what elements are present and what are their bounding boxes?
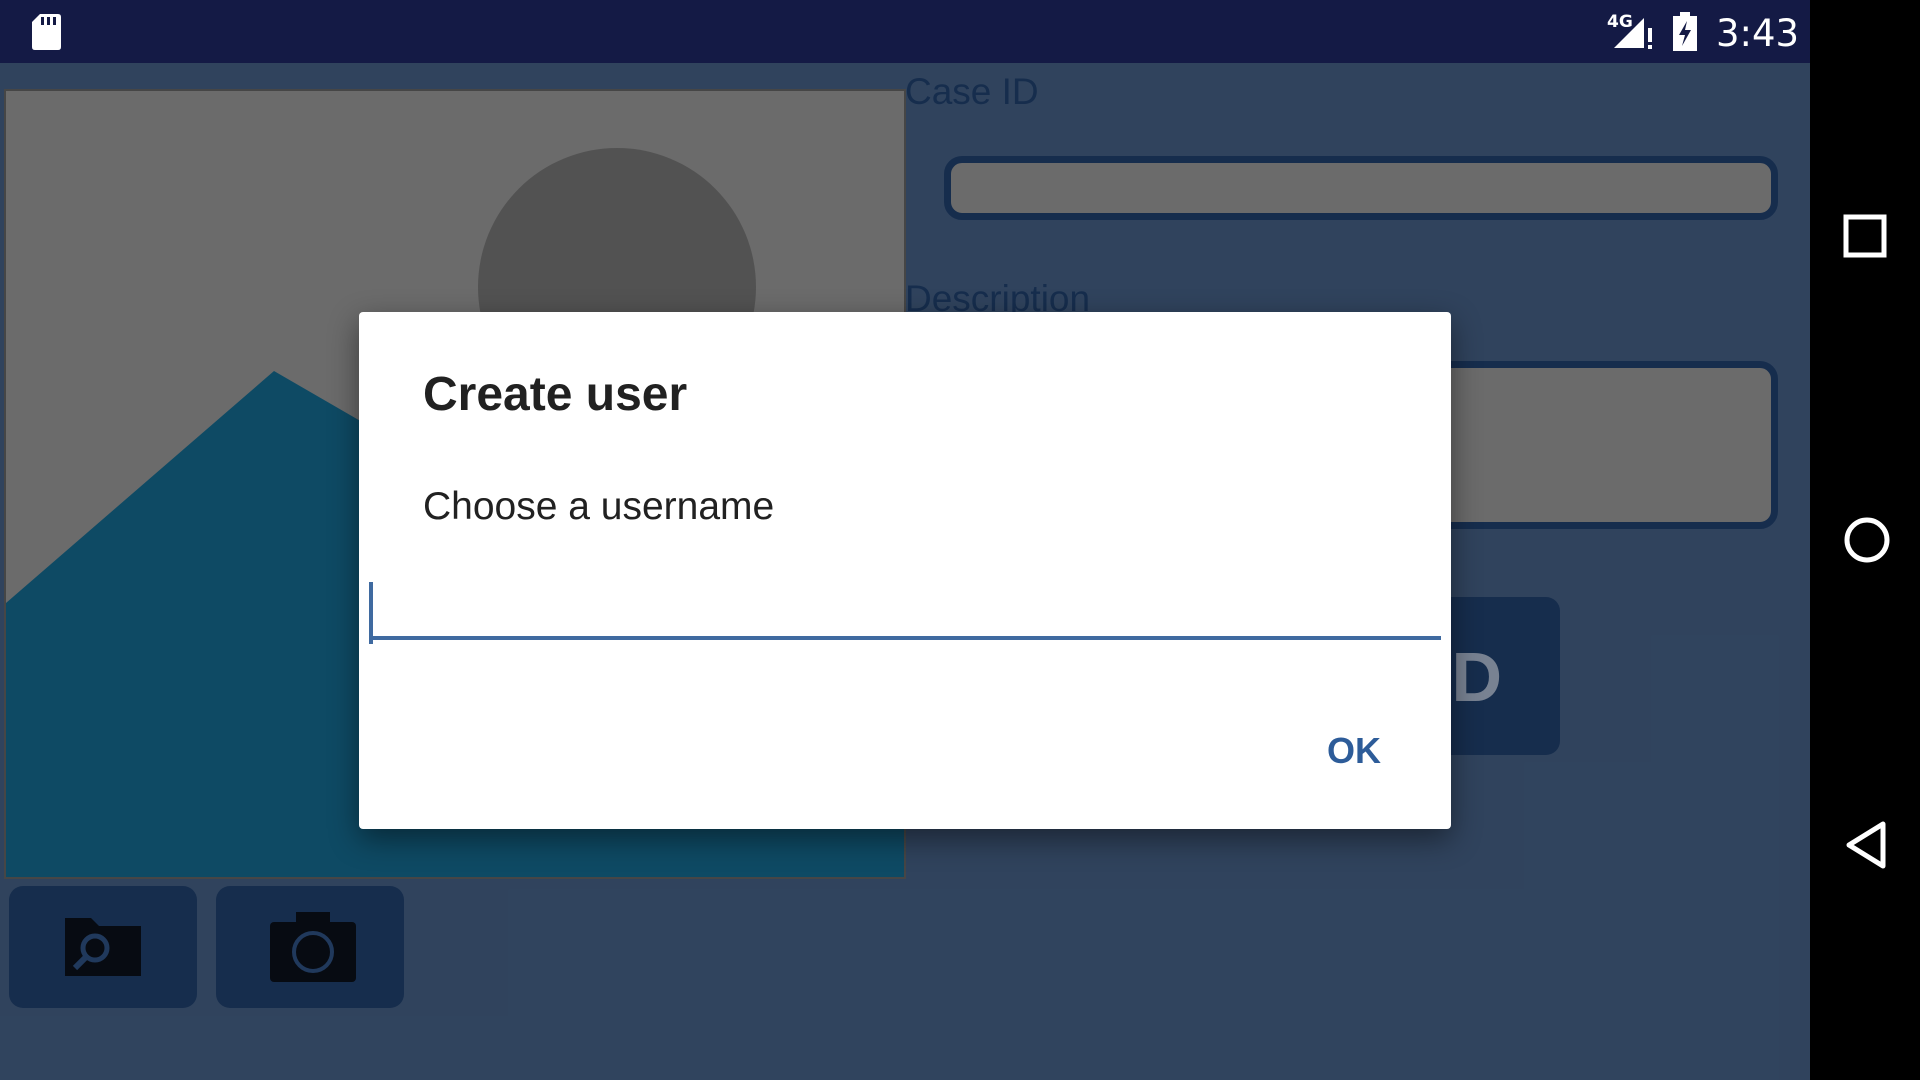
home-icon[interactable] <box>1843 516 1891 564</box>
dialog-message: Choose a username <box>423 485 775 528</box>
username-input[interactable] <box>369 580 1441 640</box>
ok-button[interactable]: OK <box>1327 730 1381 772</box>
dialog-title: Create user <box>423 368 688 421</box>
navigation-bar <box>1810 0 1920 1080</box>
sd-card-icon <box>32 14 61 50</box>
recents-icon[interactable] <box>1843 214 1887 258</box>
text-cursor <box>369 582 373 644</box>
battery-charging-icon <box>1673 12 1697 51</box>
status-clock: 3:43 <box>1716 12 1800 55</box>
create-user-dialog: Create user Choose a username OK <box>359 312 1451 829</box>
back-icon[interactable] <box>1843 820 1889 870</box>
status-bar: 4G 3:43 <box>0 0 1810 63</box>
signal-icon <box>1614 18 1652 49</box>
